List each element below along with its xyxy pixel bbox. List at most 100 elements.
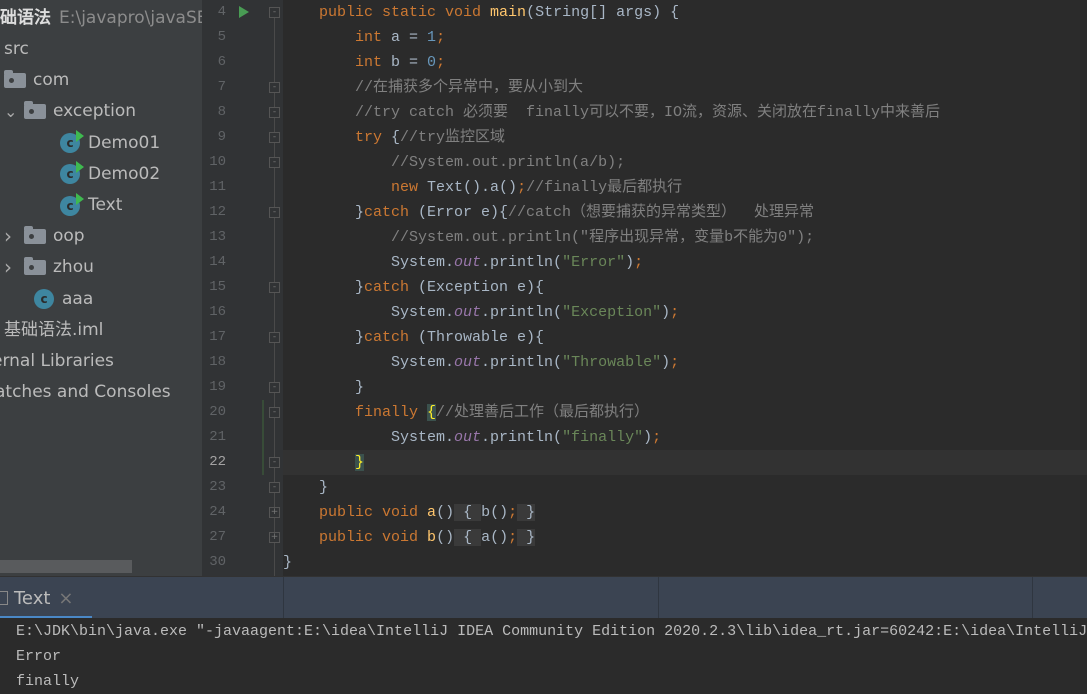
horizontal-scrollbar[interactable] [0, 560, 132, 573]
code-token: ; [508, 504, 518, 521]
java-class-icon: c [60, 161, 84, 185]
line-number: 10 [209, 154, 226, 170]
run-tool-window-header: Text × [0, 576, 1087, 619]
code-line: System.out.println("finally"); [283, 425, 661, 450]
code-token: catch [364, 329, 419, 346]
code-token: //finally最后都执行 [526, 179, 683, 196]
code-token: //在捕获多个异常中，要从小到大 [355, 79, 584, 96]
tree-item[interactable]: c Demo01 [60, 128, 160, 159]
line-number: 19 [209, 379, 226, 395]
code-token: b [427, 529, 437, 546]
collapse-fold-icon[interactable]: - [269, 132, 280, 143]
line-number: 12 [209, 204, 226, 220]
tab-label: Text [14, 587, 51, 609]
line-number: 9 [217, 129, 226, 145]
tree-item[interactable]: ernal Libraries [0, 346, 114, 377]
code-token: ; [436, 54, 446, 71]
collapse-fold-icon[interactable]: - [269, 282, 280, 293]
tree-item-label: exception [53, 101, 137, 122]
code-line: public static void main(String[] args) { [283, 0, 679, 25]
code-token: } [283, 329, 365, 346]
code-line: }catch (Throwable e){ [283, 325, 544, 350]
code-line: int a = 1; [283, 25, 445, 50]
code-token: .println( [481, 354, 563, 371]
collapse-fold-icon[interactable]: - [269, 107, 280, 118]
code-token: int [355, 29, 392, 46]
tree-item-label: 基础语法.iml [4, 319, 104, 340]
line-number: 17 [209, 329, 226, 345]
code-line: } [283, 550, 292, 575]
tree-item[interactable]: ratches and Consoles [0, 377, 171, 408]
code-line: finally {//处理善后工作（最后都执行） [283, 400, 649, 425]
expand-fold-icon[interactable]: + [269, 532, 280, 543]
code-token: { [427, 404, 437, 421]
expand-fold-icon[interactable]: + [269, 507, 280, 518]
collapse-fold-icon[interactable]: - [269, 207, 280, 218]
line-number: 23 [209, 479, 226, 495]
code-line: //try catch 必须要 finally可以不要，IO流，资源、关闭放在f… [283, 100, 940, 125]
code-line: //System.out.println("程序出现异常，变量b不能为0"); [283, 225, 814, 250]
collapse-fold-icon[interactable]: - [269, 457, 280, 468]
code-token: ; [436, 29, 446, 46]
code-line: int b = 0; [283, 50, 445, 75]
chevron-right-icon[interactable]: › [4, 252, 18, 283]
code-token: new [391, 179, 428, 196]
divider [283, 577, 284, 619]
chevron-down-icon[interactable]: ⌄ [4, 96, 18, 127]
code-token: out [454, 354, 482, 371]
code-token: } [355, 454, 365, 471]
tree-item[interactable]: c Text [60, 190, 122, 221]
code-token: ) [643, 429, 653, 446]
tree-item[interactable]: c Demo02 [60, 159, 160, 190]
collapse-fold-icon[interactable]: - [269, 332, 280, 343]
tree-item[interactable]: c aaa [34, 284, 93, 315]
tree-item[interactable]: src [4, 34, 29, 65]
collapse-fold-icon[interactable]: - [269, 407, 280, 418]
code-token: { [391, 129, 401, 146]
tree-item[interactable]: com [4, 65, 69, 96]
tab-run-text[interactable]: Text × [0, 577, 92, 619]
close-icon[interactable]: × [58, 588, 73, 609]
java-class-icon: c [34, 289, 54, 310]
code-token: main [490, 4, 527, 21]
collapse-fold-icon[interactable]: - [269, 7, 280, 18]
code-token: b = [391, 54, 428, 71]
code-token: 1 [427, 29, 437, 46]
code-token: } [517, 529, 536, 546]
tree-item[interactable]: › oop [4, 221, 85, 252]
tree-item[interactable]: › zhou [4, 252, 94, 283]
code-token: } [283, 479, 329, 496]
code-line: }catch (Error e){//catch（想要捕获的异常类型） 处理异常 [283, 200, 814, 225]
console-output[interactable]: E:\JDK\bin\java.exe "-javaagent:E:\idea\… [0, 618, 1087, 691]
java-class-icon: c [60, 130, 84, 154]
code-token: out [454, 429, 482, 446]
collapse-fold-icon[interactable]: - [269, 382, 280, 393]
collapse-fold-icon[interactable]: - [269, 82, 280, 93]
project-root[interactable]: 础语法 E:\javapro\javaSE [0, 3, 202, 34]
collapse-fold-icon[interactable]: - [269, 482, 280, 493]
line-number: 22 [209, 454, 226, 470]
code-token: finally [355, 404, 428, 421]
divider [1032, 577, 1033, 619]
code-token: (Error e){ [418, 204, 509, 221]
run-main-icon[interactable] [239, 6, 249, 18]
project-name: 础语法 [0, 8, 51, 28]
line-number: 6 [217, 54, 226, 70]
chevron-right-icon[interactable]: › [4, 221, 18, 252]
tree-item[interactable]: ⌄ exception [4, 96, 136, 127]
code-line: System.out.println("Exception"); [283, 300, 679, 325]
code-line: //在捕获多个异常中，要从小到大 [283, 75, 583, 100]
code-token: //catch（想要捕获的异常类型） 处理异常 [508, 204, 815, 221]
tree-item[interactable]: 基础语法.iml [4, 315, 103, 346]
code-token: } [283, 379, 365, 396]
code-token: //try catch 必须要 finally可以不要，IO流，资源、关闭放在f… [355, 104, 941, 121]
code-token: System. [283, 354, 455, 371]
collapse-fold-icon[interactable]: - [269, 157, 280, 168]
